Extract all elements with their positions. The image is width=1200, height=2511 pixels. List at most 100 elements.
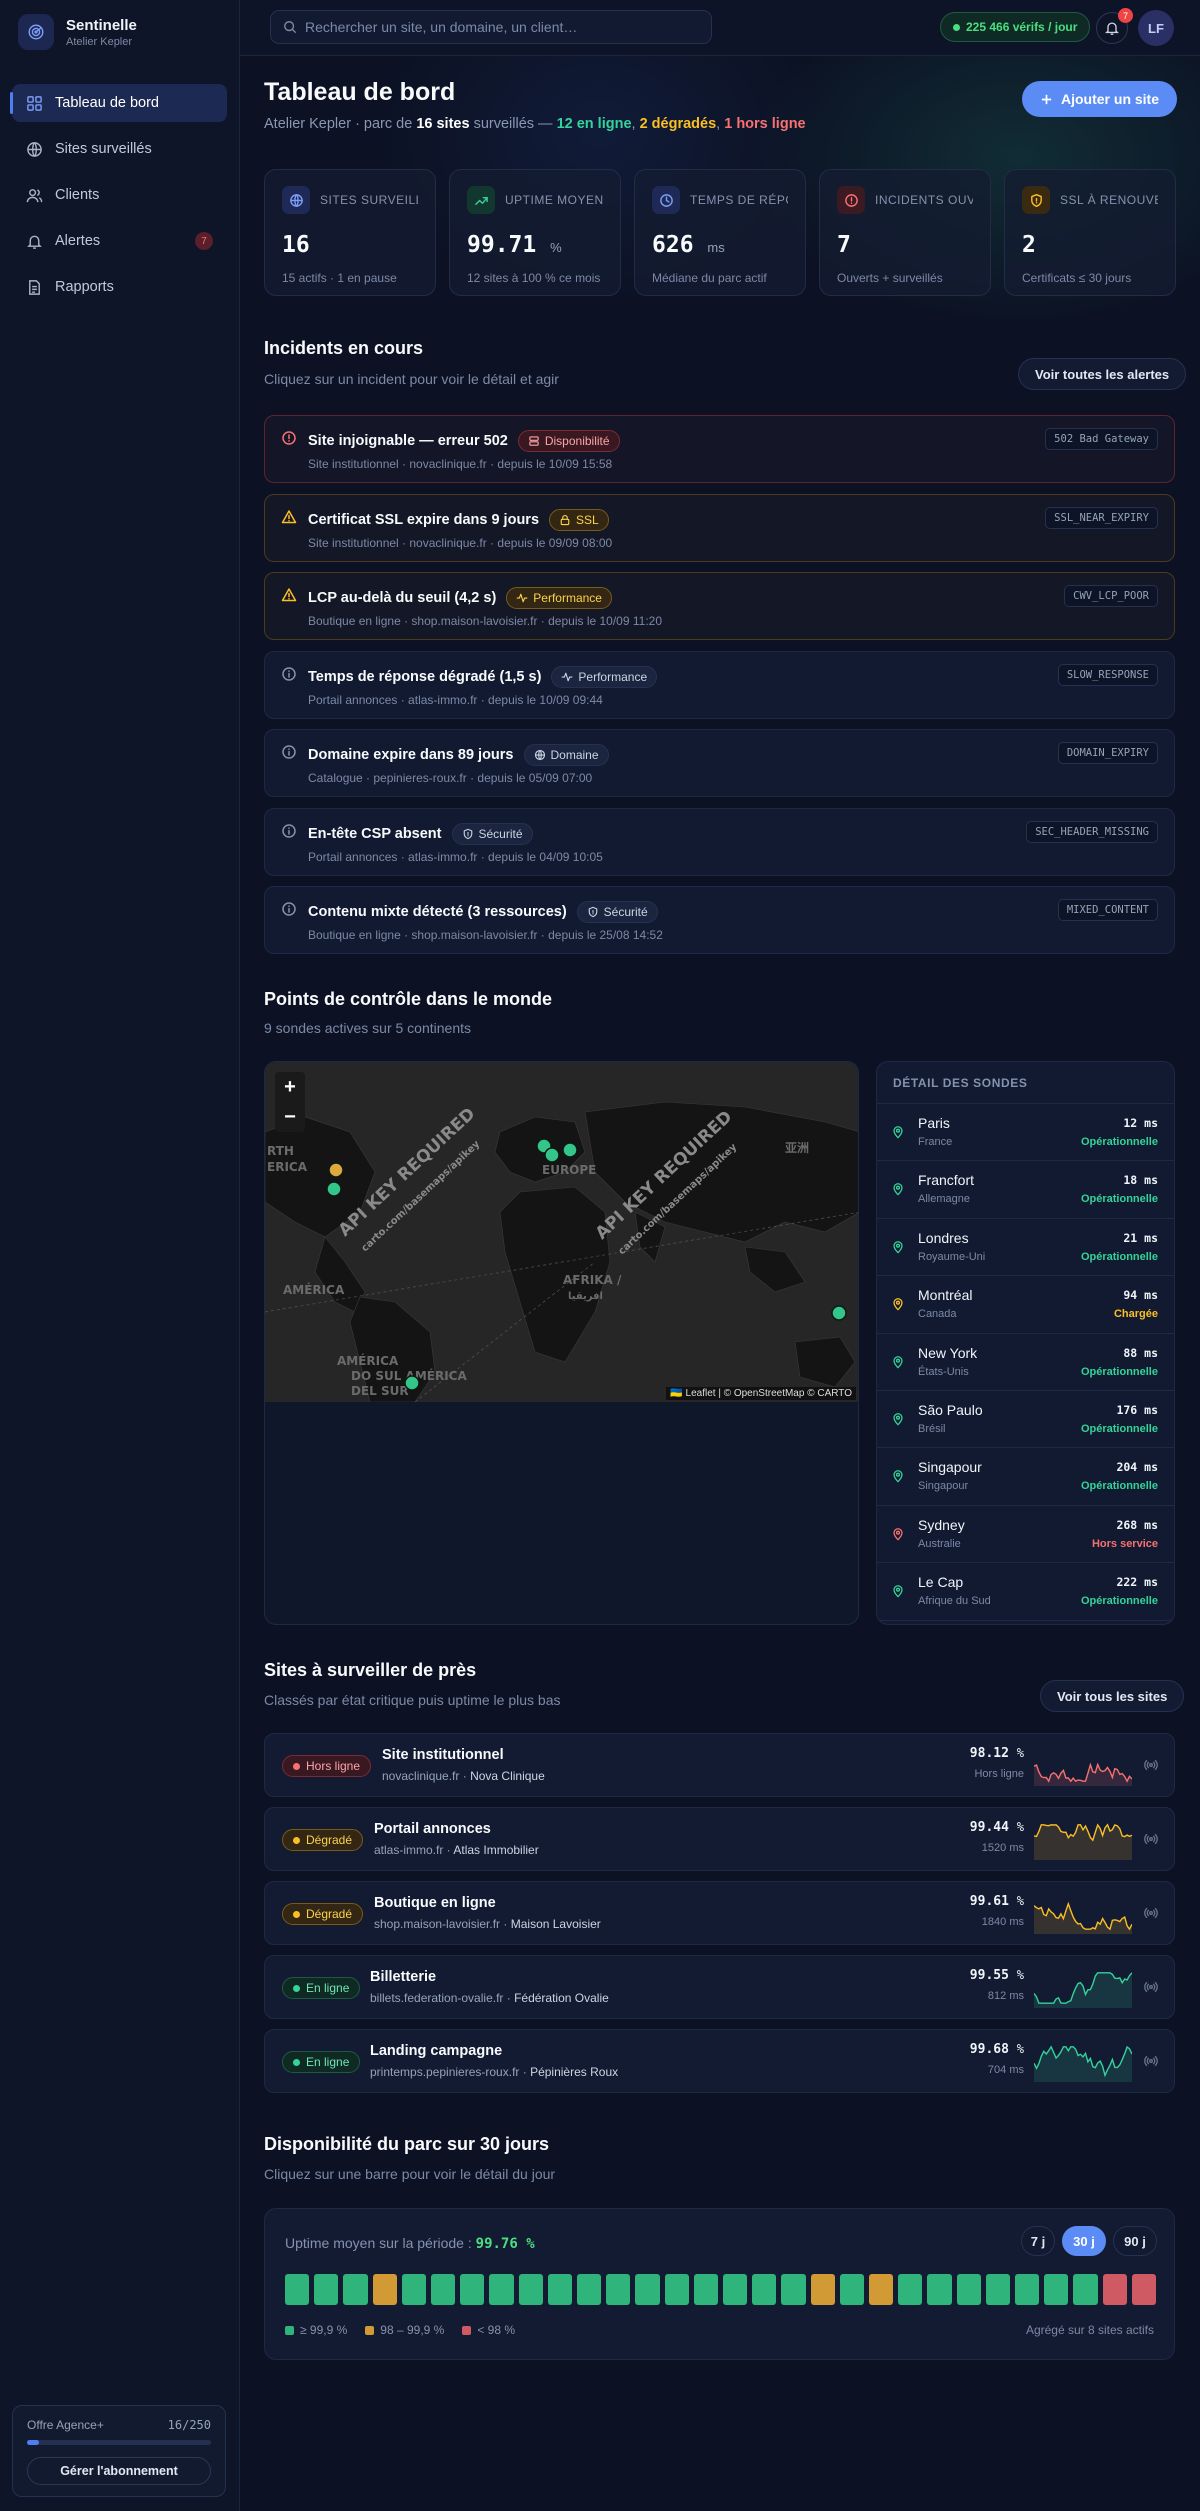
search-input[interactable]: Rechercher un site, un domaine, un clien… — [270, 10, 712, 44]
incident-item[interactable]: Contenu mixte détecté (3 ressources) Sécu… — [264, 886, 1175, 954]
availability-day-bar[interactable] — [1015, 2274, 1040, 2305]
search-icon — [284, 21, 297, 34]
site-row[interactable]: Hors ligne Site institutionnel novaclini… — [264, 1733, 1175, 1797]
availability-day-bar[interactable] — [752, 2274, 777, 2305]
view-all-sites-button[interactable]: Voir tous les sites — [1040, 1680, 1185, 1712]
probe-row[interactable]: Londres Royaume-Uni 21 ms Opérationnelle — [877, 1219, 1174, 1277]
probe-country: Brésil — [918, 1422, 946, 1435]
availability-day-bar[interactable] — [343, 2274, 368, 2305]
availability-day-bar[interactable] — [898, 2274, 923, 2305]
availability-day-bar[interactable] — [285, 2274, 310, 2305]
incident-item[interactable]: Temps de réponse dégradé (1,5 s) Performa… — [264, 650, 1175, 719]
probe-marker-singapore[interactable] — [831, 1305, 847, 1321]
probe-row[interactable]: Le Cap Afrique du Sud 222 ms Opérationne… — [877, 1563, 1174, 1621]
availability-day-bar[interactable] — [401, 2274, 426, 2305]
availability-day-bar[interactable] — [606, 2274, 631, 2305]
availability-day-bar[interactable] — [810, 2274, 835, 2305]
incident-item[interactable]: Certificat SSL expire dans 9 jours SSL Si… — [264, 493, 1175, 562]
range-30d-button[interactable]: 30 j — [1062, 2226, 1106, 2256]
world-map[interactable]: RTH ERICA EUROPE AMÉRICA AFRIKA / AMÉRIC… — [265, 1062, 858, 1402]
availability-day-bar[interactable] — [431, 2274, 456, 2305]
manage-subscription-button[interactable]: Gérer l'abonnement — [27, 2457, 211, 2485]
incident-meta: Catalogue · pepinieres-roux.fr · depuis … — [308, 771, 593, 785]
probe-row[interactable]: Singapour Singapour 204 ms Opérationnell… — [877, 1448, 1174, 1506]
availability-day-bar[interactable] — [723, 2274, 748, 2305]
sidebar-item-dashboard[interactable]: Tableau de bord — [10, 84, 227, 122]
sidebar-item-alerts[interactable]: Alertes 7 — [12, 222, 227, 260]
probe-row[interactable]: São Paulo Brésil 176 ms Opérationnelle — [877, 1391, 1174, 1449]
availability-day-bar[interactable] — [664, 2274, 689, 2305]
map-label: AFRIKA / — [563, 1273, 622, 1287]
availability-day-bar[interactable] — [693, 2274, 718, 2305]
availability-day-bar[interactable] — [577, 2274, 602, 2305]
lock-icon — [560, 514, 570, 525]
availability-day-bar[interactable] — [1073, 2274, 1098, 2305]
probe-status: Hors service — [1091, 1537, 1158, 1550]
site-sparkline — [1034, 1823, 1132, 1860]
site-row[interactable]: En ligne Billetterie billets.federation-… — [264, 1955, 1175, 2019]
site-row[interactable]: Dégradé Boutique en ligne shop.maison-la… — [264, 1881, 1175, 1945]
availability-day-bar[interactable] — [781, 2274, 806, 2305]
availability-day-bar[interactable] — [460, 2274, 485, 2305]
checks-per-day-text: 225 466 vérifs / jour — [966, 20, 1078, 34]
probe-city: Sydney — [918, 1516, 965, 1533]
availability-day-bar[interactable] — [927, 2274, 952, 2305]
map-pin-icon — [893, 1183, 903, 1196]
site-meta: shop.maison-lavoisier.fr · Maison Lavois… — [374, 1917, 601, 1931]
dashboard-icon — [27, 95, 42, 111]
zoom-out-button[interactable]: − — [275, 1102, 305, 1132]
availability-day-bar[interactable] — [839, 2274, 864, 2305]
map-attribution[interactable]: 🇺🇦 Leaflet | © OpenStreetMap © CARTO — [666, 1387, 856, 1400]
availability-day-bar[interactable] — [1044, 2274, 1069, 2305]
brand[interactable]: Sentinelle Atelier Kepler — [0, 0, 239, 64]
radio-icon — [1144, 1833, 1158, 1845]
sidebar-item-reports[interactable]: Rapports — [12, 268, 227, 306]
avatar[interactable]: LF — [1138, 10, 1174, 46]
site-row[interactable]: En ligne Landing campagne printemps.pepi… — [264, 2029, 1175, 2093]
probe-row[interactable]: Montréal Canada 94 ms Chargée — [877, 1276, 1174, 1334]
sidebar-item-clients[interactable]: Clients — [12, 176, 227, 214]
probe-row[interactable]: Paris France 12 ms Opérationnelle — [877, 1104, 1174, 1162]
sidebar-item-sites[interactable]: Sites surveillés — [12, 130, 227, 168]
probe-marker-montreal[interactable] — [328, 1162, 344, 1178]
incident-item[interactable]: LCP au-delà du seuil (4,2 s) Performance … — [264, 572, 1175, 640]
probe-city: Singapour — [918, 1459, 982, 1476]
availability-day-bar[interactable] — [985, 2274, 1010, 2305]
warning-icon — [281, 509, 297, 523]
availability-day-bar[interactable] — [372, 2274, 397, 2305]
zoom-in-button[interactable]: + — [275, 1072, 305, 1102]
probe-status: Opérationnelle — [1080, 1595, 1158, 1608]
probe-marker-new-york[interactable] — [326, 1181, 342, 1197]
site-row[interactable]: Dégradé Portail annonces atlas-immo.fr ·… — [264, 1807, 1175, 1871]
availability-legend: ≥ 99,9 % 98 – 99,9 % < 98 % — [285, 2323, 515, 2337]
availability-day-bar[interactable] — [635, 2274, 660, 2305]
probe-marker-sao-paulo[interactable] — [404, 1375, 420, 1391]
incident-item[interactable]: Site injoignable — erreur 502 Disponibili… — [264, 415, 1175, 483]
site-meta: novaclinique.fr · Nova Clinique — [382, 1769, 545, 1783]
incident-item[interactable]: En-tête CSP absent Sécurité Portail annon… — [264, 807, 1175, 876]
probe-row[interactable]: New York États-Unis 88 ms Opérationnelle — [877, 1334, 1174, 1391]
site-meta: billets.federation-ovalie.fr · Fédératio… — [370, 1991, 609, 2005]
incident-item[interactable]: Domaine expire dans 89 jours Domaine Cata… — [264, 729, 1175, 797]
availability-day-bar[interactable] — [489, 2274, 514, 2305]
range-90d-button[interactable]: 90 j — [1113, 2226, 1157, 2256]
availability-day-bar[interactable] — [547, 2274, 572, 2305]
probe-row[interactable]: Sydney Australie 268 ms Hors service — [877, 1506, 1174, 1564]
probe-marker-paris[interactable] — [544, 1147, 560, 1163]
availability-day-bar[interactable] — [956, 2274, 981, 2305]
incident-tag: Sécurité — [576, 901, 658, 923]
sidebar-item-label: Sites surveillés — [55, 141, 152, 157]
add-site-button[interactable]: Ajouter un site — [1022, 81, 1178, 117]
range-7d-button[interactable]: 7 j — [1021, 2226, 1055, 2256]
probe-marker-frankfurt[interactable] — [562, 1142, 578, 1158]
availability-day-bar[interactable] — [518, 2274, 543, 2305]
probe-row[interactable]: Francfort Allemagne 18 ms Opérationnelle — [877, 1161, 1174, 1219]
availability-day-bar[interactable] — [1131, 2274, 1156, 2305]
probe-latency: 18 ms — [1123, 1173, 1158, 1188]
map-label: DEL SUR — [351, 1384, 409, 1398]
view-all-alerts-button[interactable]: Voir toutes les alertes — [1018, 358, 1187, 390]
availability-day-bar[interactable] — [869, 2274, 894, 2305]
availability-day-bar[interactable] — [314, 2274, 339, 2305]
map-pin-icon — [893, 1470, 903, 1483]
availability-day-bar[interactable] — [1102, 2274, 1127, 2305]
